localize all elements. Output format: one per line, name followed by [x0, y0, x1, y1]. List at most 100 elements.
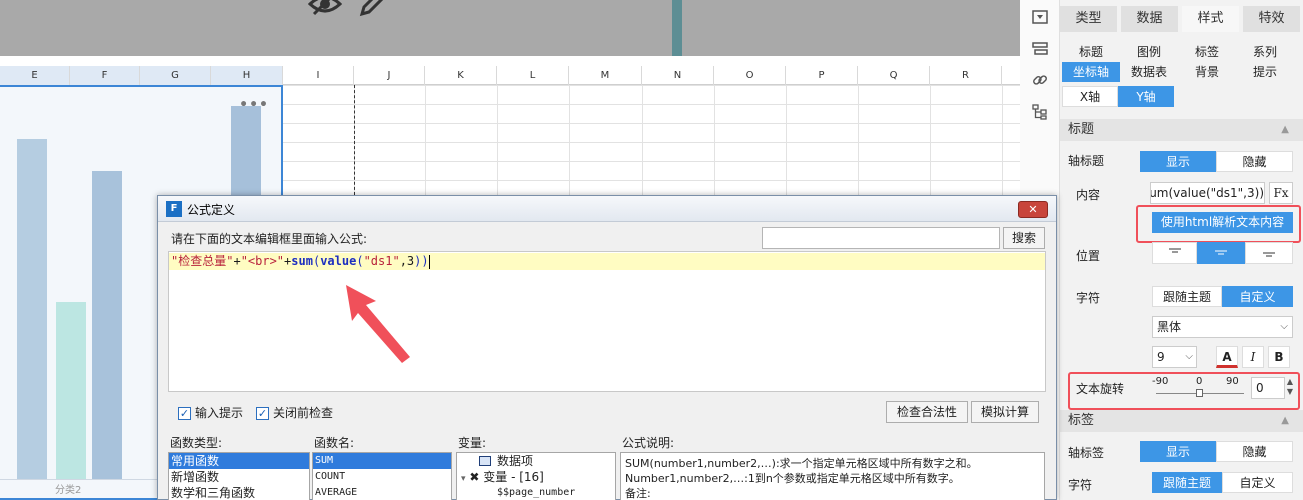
tree-item-label: 变量 - [16] — [483, 470, 544, 484]
expand-icon: ▾ — [461, 474, 466, 484]
align-top-button[interactable] — [1152, 242, 1197, 264]
formula-token: "<br>" — [240, 254, 285, 268]
rotation-input[interactable]: 0 — [1251, 377, 1285, 399]
column-header-p[interactable]: P — [786, 66, 858, 85]
subtab-label[interactable]: 标签 — [1178, 42, 1236, 62]
column-header-l[interactable]: L — [497, 66, 569, 85]
variables-tree[interactable]: 数据项 ▾ ✖ 变量 - [16] $$page_number — [456, 452, 616, 500]
annotation-arrow-icon — [346, 285, 410, 363]
chart-bar — [92, 171, 122, 479]
widget-settings-icon[interactable] — [1029, 8, 1051, 30]
list-item[interactable]: 新增函数 — [169, 469, 309, 485]
italic-button[interactable]: I — [1242, 346, 1264, 368]
formula-editor[interactable]: "检查总量"+"<br>"+sum(value("ds1",3)) — [168, 251, 1046, 392]
formula-editor-button[interactable]: Fx — [1269, 182, 1293, 204]
function-type-list[interactable]: 常用函数 新增函数 数学和三角函数 — [168, 452, 310, 500]
tab-data[interactable]: 数据 — [1121, 6, 1178, 32]
font-color-button[interactable]: A — [1216, 346, 1238, 368]
subtab-legend[interactable]: 图例 — [1120, 42, 1178, 62]
column-header-r[interactable]: R — [930, 66, 1002, 85]
subtab-axis[interactable]: 坐标轴 — [1062, 62, 1120, 82]
input-hint-checkbox[interactable]: ✓ 输入提示 — [178, 404, 243, 421]
layers-icon[interactable] — [1029, 40, 1051, 62]
link-icon[interactable] — [1029, 72, 1051, 94]
tab-y-axis[interactable]: Y轴 — [1118, 86, 1174, 107]
column-header-e[interactable]: E — [0, 66, 70, 85]
formula-token: ( — [356, 254, 364, 268]
eye-slash-icon[interactable] — [307, 0, 343, 25]
rotation-min-label: -90 — [1152, 376, 1169, 387]
check-before-close-checkbox[interactable]: ✓ 关闭前检查 — [256, 404, 333, 421]
close-button[interactable]: ✕ — [1018, 201, 1048, 218]
column-header-n[interactable]: N — [642, 66, 714, 85]
font-size-select[interactable]: 9 ⌵ — [1152, 346, 1197, 368]
column-header-j[interactable]: J — [354, 66, 425, 85]
custom-font-button[interactable]: 自定义 — [1222, 286, 1293, 307]
chart-bar — [56, 302, 86, 479]
list-item[interactable]: COUNT — [313, 469, 451, 485]
formula-token: value — [320, 254, 357, 268]
formula-line[interactable]: "检查总量"+"<br>"+sum(value("ds1",3)) — [169, 253, 1045, 270]
tab-x-axis[interactable]: X轴 — [1062, 86, 1118, 107]
description-line: Number1,number2,…:1到n个参数或指定单元格区域中所有数字。 — [625, 472, 960, 485]
subtab-series[interactable]: 系列 — [1236, 42, 1294, 62]
column-header-k[interactable]: K — [425, 66, 497, 85]
tab-type[interactable]: 类型 — [1060, 6, 1117, 32]
description-label: 公式说明: — [622, 436, 675, 450]
column-header-f[interactable]: F — [70, 66, 140, 85]
align-middle-button[interactable] — [1197, 242, 1245, 264]
label-custom-font-button[interactable]: 自定义 — [1222, 472, 1293, 493]
section-title-header[interactable]: 标题 ▲ — [1060, 119, 1303, 141]
column-header-i[interactable]: I — [283, 66, 354, 85]
content-input[interactable]: sum(value("ds1",3)) — [1150, 182, 1265, 204]
input-hint-label: 输入提示 — [195, 406, 244, 420]
formula-token: ,3 — [399, 254, 415, 268]
subtab-datatable[interactable]: 数据表 — [1120, 62, 1178, 82]
search-button[interactable]: 搜索 — [1003, 227, 1045, 249]
column-header: E F G H I J K L M N O P Q R — [0, 66, 1020, 85]
section-label-label: 标签 — [1068, 413, 1095, 428]
subtab-background[interactable]: 背景 — [1178, 62, 1236, 82]
axis-label-hide-button[interactable]: 隐藏 — [1216, 441, 1293, 462]
function-search-input[interactable] — [762, 227, 1000, 249]
function-name-list[interactable]: SUM COUNT AVERAGE — [312, 452, 452, 500]
tree-item[interactable]: 数据项 — [457, 453, 615, 469]
section-label-header[interactable]: 标签 ▲ — [1060, 410, 1303, 432]
formula-token: )) — [414, 254, 429, 268]
axis-label-show-button[interactable]: 显示 — [1140, 441, 1216, 462]
dialog-titlebar[interactable]: F 公式定义 ✕ — [158, 196, 1056, 222]
follow-theme-button[interactable]: 跟随主题 — [1152, 286, 1222, 307]
axis-title-hide-button[interactable]: 隐藏 — [1216, 151, 1293, 172]
column-header-q[interactable]: Q — [858, 66, 930, 85]
formula-token: + — [233, 254, 241, 268]
list-item[interactable]: SUM — [313, 453, 451, 469]
label-follow-theme-button[interactable]: 跟随主题 — [1152, 472, 1222, 493]
rotation-slider-thumb[interactable] — [1196, 389, 1203, 397]
subtab-tooltip[interactable]: 提示 — [1236, 62, 1294, 82]
tab-style[interactable]: 样式 — [1182, 6, 1239, 32]
text-rotation-label: 文本旋转 — [1076, 382, 1125, 396]
tab-effects[interactable]: 特效 — [1243, 6, 1300, 32]
bold-button[interactable]: B — [1268, 346, 1290, 368]
list-item[interactable]: AVERAGE — [313, 485, 451, 500]
pencil-icon[interactable] — [358, 0, 386, 25]
tree-item[interactable]: $$page_number — [457, 485, 615, 500]
function-description: SUM(number1,number2,…):求一个指定单元格区域中所有数字之和… — [620, 452, 1045, 500]
subtab-title[interactable]: 标题 — [1062, 42, 1120, 62]
rotation-stepper[interactable]: ▲ ▼ — [1285, 377, 1295, 399]
simulate-button[interactable]: 模拟计算 — [971, 401, 1039, 423]
tree-item[interactable]: ▾ ✖ 变量 - [16] — [457, 469, 615, 485]
column-header-g[interactable]: G — [140, 66, 211, 85]
font-family-select[interactable]: 黑体 ⌵ — [1152, 316, 1293, 338]
axis-title-show-button[interactable]: 显示 — [1140, 151, 1216, 172]
tree-icon[interactable] — [1029, 104, 1051, 126]
split-divider[interactable] — [672, 0, 682, 56]
html-parse-checkbox-button[interactable]: 使用html解析文本内容 — [1152, 212, 1293, 233]
column-header-h[interactable]: H — [211, 66, 283, 85]
align-bottom-button[interactable] — [1245, 242, 1293, 264]
validate-button[interactable]: 检查合法性 — [886, 401, 968, 423]
list-item[interactable]: 数学和三角函数 — [169, 485, 309, 500]
column-header-o[interactable]: O — [714, 66, 786, 85]
list-item[interactable]: 常用函数 — [169, 453, 309, 469]
column-header-m[interactable]: M — [569, 66, 642, 85]
